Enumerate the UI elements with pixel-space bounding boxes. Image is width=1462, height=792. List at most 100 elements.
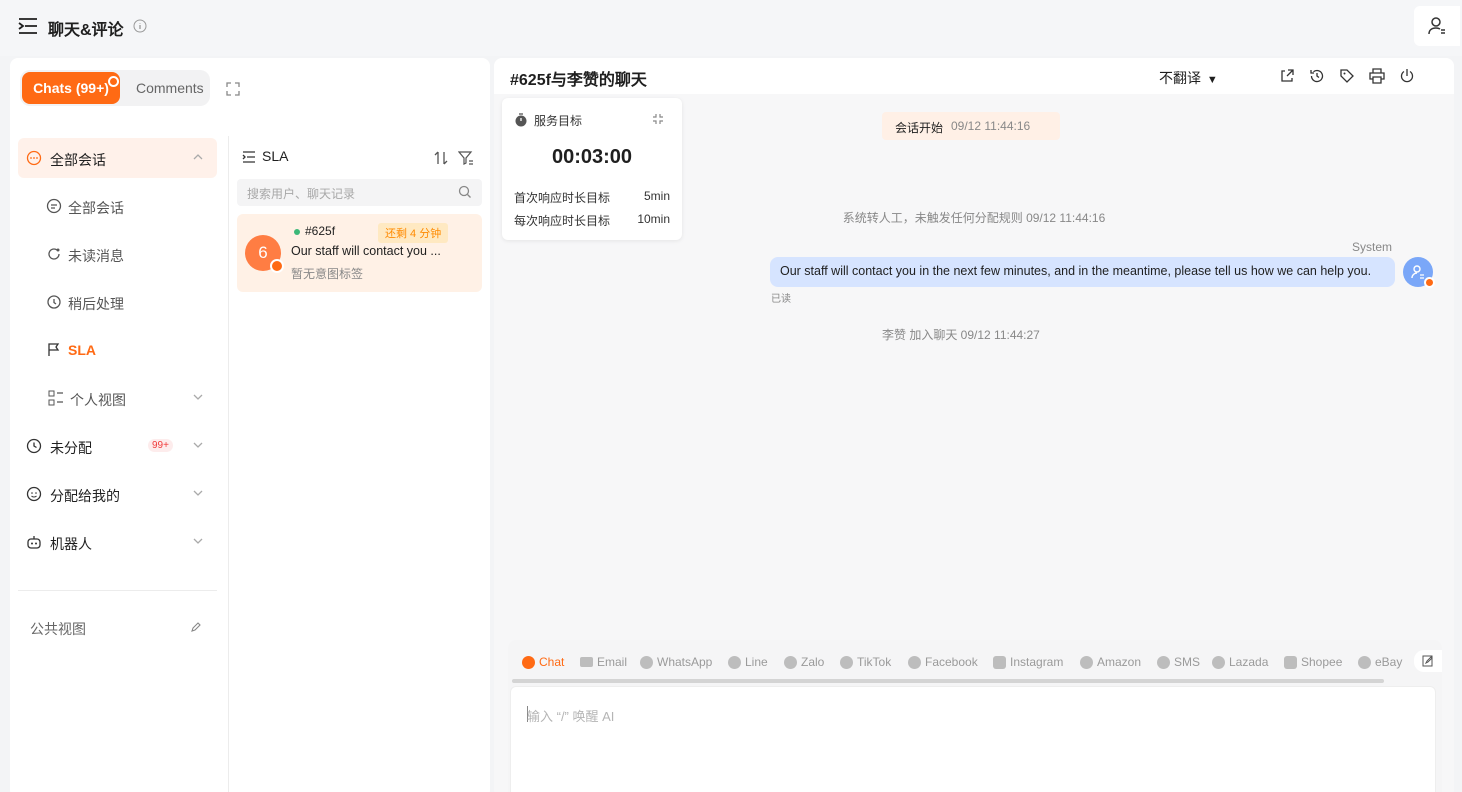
channel-label: Lazada xyxy=(1229,655,1269,669)
channel-tab-facebook[interactable]: Facebook xyxy=(908,655,978,669)
compose-tool-button[interactable] xyxy=(1414,650,1442,672)
channel-tab-sms[interactable]: SMS xyxy=(1157,655,1200,669)
nav-unread[interactable]: 未读消息 xyxy=(18,234,217,274)
menu-icon[interactable] xyxy=(18,17,38,35)
translate-select[interactable]: 不翻译 ▼ xyxy=(1159,68,1218,88)
channel-chat-icon xyxy=(1424,277,1435,288)
search-placeholder: 搜索用户、聊天记录 xyxy=(247,187,356,201)
print-icon[interactable] xyxy=(1369,68,1385,84)
nav-sla[interactable]: SLA xyxy=(18,330,217,370)
history-icon[interactable] xyxy=(1309,68,1325,84)
channel-label: Instagram xyxy=(1010,655,1064,669)
tab-comments[interactable]: Comments xyxy=(136,80,204,96)
ebay-icon xyxy=(1358,655,1371,669)
join-notice: 李赞 加入聊天 09/12 11:44:27 xyxy=(882,328,1040,342)
chevron-down-icon[interactable] xyxy=(193,393,203,401)
user-menu-button[interactable] xyxy=(1414,6,1460,46)
nav-label: 全部会话 xyxy=(50,152,106,168)
nav-label: 稍后处理 xyxy=(68,296,124,312)
caret-down-icon: ▼ xyxy=(1206,74,1218,86)
channel-scrollbar[interactable] xyxy=(512,679,1384,683)
session-start-time: 09/12 11:44:16 xyxy=(951,119,1031,133)
channel-label: TikTok xyxy=(857,655,892,669)
chat-icon xyxy=(522,655,535,669)
search-input[interactable]: 搜索用户、聊天记录 xyxy=(237,179,482,206)
tiktok-icon xyxy=(840,655,853,669)
chevron-up-icon[interactable] xyxy=(193,153,203,161)
system-notice: 系统转人工，未触发任何分配规则 09/12 11:44:16 xyxy=(842,211,1106,225)
nav-unassigned[interactable]: 未分配 99+ xyxy=(18,426,217,466)
search-icon[interactable] xyxy=(458,185,472,199)
nav-assigned-to-me[interactable]: 分配给我的 xyxy=(18,474,217,514)
chat-panel: #625f与李赞的聊天 不翻译 ▼ 服务目标 00:03:00 首次响应时长目标… xyxy=(494,58,1454,792)
channel-label: WhatsApp xyxy=(657,655,713,669)
page-title: 聊天&评论 xyxy=(48,22,124,39)
chat-icon xyxy=(26,150,42,166)
collapse-list-icon[interactable] xyxy=(242,151,256,163)
message-bubble: Our staff will contact you in the next f… xyxy=(770,257,1395,287)
conversation-id: #625f xyxy=(305,224,336,238)
power-icon[interactable] xyxy=(1399,68,1415,84)
filter-icon[interactable] xyxy=(458,150,474,166)
nav-label: 全部会话 xyxy=(68,200,124,216)
channel-tab-lazada[interactable]: Lazada xyxy=(1212,655,1268,669)
tag-icon[interactable] xyxy=(1339,68,1355,84)
channel-label: Amazon xyxy=(1097,655,1142,669)
sla-title: 服务目标 xyxy=(534,114,583,128)
input-placeholder: 输入 “/” 唤醒 AI xyxy=(527,709,615,724)
channel-tabs: Chat Email WhatsApp Line Zalo TikTok Fac… xyxy=(508,640,1442,684)
chevron-down-icon[interactable] xyxy=(193,489,203,497)
channel-tab-line[interactable]: Line xyxy=(728,655,768,669)
clock-icon xyxy=(46,294,62,310)
share-icon[interactable] xyxy=(1279,68,1295,84)
intent-tag: 暂无意图标签 xyxy=(291,267,364,281)
flag-icon xyxy=(46,342,62,358)
chat-title: #625f与李赞的聊天 xyxy=(510,72,647,89)
compress-icon[interactable] xyxy=(652,113,664,125)
conversation-card[interactable]: 6 #625f 还剩 4 分钟 Our staff will contact y… xyxy=(237,214,482,292)
session-start-label: 会话开始 xyxy=(895,121,944,135)
nav-all-conversations[interactable]: 全部会话 xyxy=(18,138,217,178)
top-bar: 聊天&评论 xyxy=(0,0,1462,56)
channel-tab-chat[interactable]: Chat xyxy=(522,655,564,669)
divider xyxy=(18,590,217,591)
smile-icon xyxy=(26,486,42,502)
expand-icon[interactable] xyxy=(226,82,240,96)
nav-robot[interactable]: 机器人 xyxy=(18,522,217,562)
read-receipt: 已读 xyxy=(771,294,791,305)
notification-dot xyxy=(108,76,119,87)
nav-later[interactable]: 稍后处理 xyxy=(18,282,217,322)
channel-tab-email[interactable]: Email xyxy=(580,655,627,669)
email-icon xyxy=(580,657,593,667)
channel-tab-instagram[interactable]: Instagram xyxy=(993,655,1063,669)
edit-icon[interactable] xyxy=(190,621,202,633)
channel-tab-amazon[interactable]: Amazon xyxy=(1080,655,1141,669)
chat-bubble-icon xyxy=(46,198,62,214)
nav-personal-view[interactable]: 个人视图 xyxy=(18,378,217,418)
channel-tab-zalo[interactable]: Zalo xyxy=(784,655,824,669)
chevron-down-icon[interactable] xyxy=(193,441,203,449)
amazon-icon xyxy=(1080,655,1093,669)
message-input[interactable]: 输入 “/” 唤醒 AI xyxy=(510,686,1436,792)
public-view-label[interactable]: 公共视图 xyxy=(30,619,86,639)
column-divider xyxy=(228,136,229,792)
bot-avatar xyxy=(1403,257,1435,288)
info-icon[interactable] xyxy=(133,19,147,33)
tab-chats[interactable]: Chats (99+) xyxy=(22,72,120,104)
sort-icon[interactable] xyxy=(434,150,448,166)
robot-icon xyxy=(26,534,42,550)
channel-tab-ebay[interactable]: eBay xyxy=(1358,655,1402,669)
list-title: SLA xyxy=(262,148,289,164)
channel-tab-tiktok[interactable]: TikTok xyxy=(840,655,891,669)
chevron-down-icon[interactable] xyxy=(193,537,203,545)
chat-header: #625f与李赞的聊天 不翻译 ▼ xyxy=(494,58,1454,94)
channel-tab-shopee[interactable]: Shopee xyxy=(1284,655,1342,669)
lazada-icon xyxy=(1212,655,1225,669)
channel-label: Chat xyxy=(539,655,565,669)
nav-label: 未读消息 xyxy=(68,248,124,264)
message-composer: Chat Email WhatsApp Line Zalo TikTok Fac… xyxy=(508,640,1442,792)
shopee-icon xyxy=(1284,655,1297,669)
edit-icon xyxy=(1422,655,1434,667)
channel-tab-whatsapp[interactable]: WhatsApp xyxy=(640,655,712,669)
nav-sub-all[interactable]: 全部会话 xyxy=(18,186,217,226)
